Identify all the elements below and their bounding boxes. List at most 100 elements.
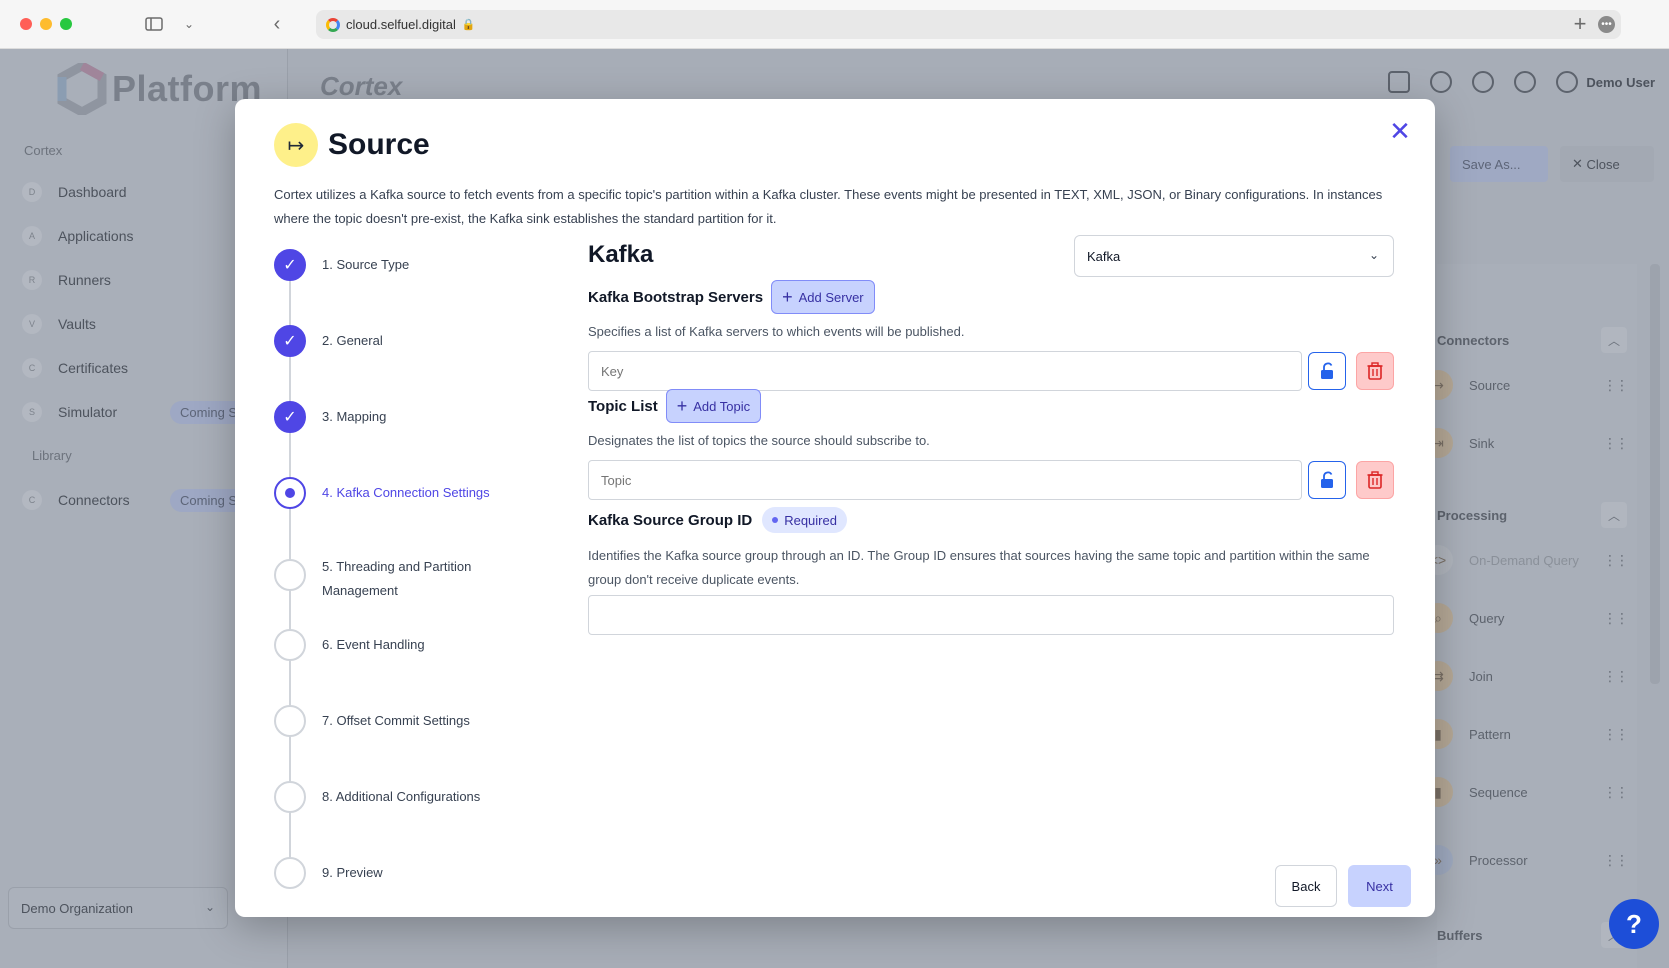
save-as-button[interactable]: Save As... [1450,146,1548,182]
arrow-right-to-line-icon: ↦ [274,123,318,167]
step-preview[interactable]: 9. Preview [274,857,512,889]
dot-icon [772,517,779,523]
platform-logo-mark [56,60,108,118]
drag-handle-icon[interactable]: ⋮⋮ [1603,726,1629,743]
bell-icon[interactable] [1430,71,1453,93]
source-type-select[interactable]: Kafka ⌄ [1074,235,1394,277]
step-event-handling[interactable]: 6. Event Handling [274,629,512,661]
plus-icon: + [782,287,793,307]
help-circle-icon[interactable] [1472,71,1495,93]
section-label-cortex: Cortex [24,143,63,158]
unlock-icon[interactable] [1308,352,1346,390]
component-pattern[interactable]: ▮ Pattern ⋮⋮ [1423,716,1637,752]
empty-step-circle [274,559,306,591]
empty-step-circle [274,781,306,813]
trash-icon[interactable] [1356,352,1394,390]
step-mapping[interactable]: ✓ 3. Mapping [274,401,512,433]
component-query[interactable]: ⌕ Query ⋮⋮ [1423,600,1637,636]
user-avatar-icon [1556,71,1579,93]
drag-handle-icon[interactable]: ⋮⋮ [1603,552,1629,569]
user-menu[interactable]: Demo User [1556,71,1655,93]
maximize-window-dot[interactable] [60,18,72,30]
terminal-icon[interactable] [1388,71,1411,93]
bootstrap-servers-help: Specifies a list of Kafka servers to whi… [588,324,965,339]
component-sink[interactable]: ⇥ Sink ⋮⋮ [1423,425,1637,461]
plus-icon: + [676,396,688,416]
step-kafka-connection-settings[interactable]: 4. Kafka Connection Settings [274,477,512,509]
component-sequence[interactable]: ▮ Sequence ⋮⋮ [1423,774,1637,810]
buffers-heading: Buffers [1437,928,1483,943]
sidebar-item-simulator[interactable]: S Simulator [22,399,117,425]
modal-title: Source [328,128,430,161]
trash-icon[interactable] [1356,461,1394,499]
empty-step-circle [274,705,306,737]
drag-handle-icon[interactable]: ⋮⋮ [1603,852,1629,869]
drag-handle-icon[interactable]: ⋮⋮ [1603,435,1629,452]
sidebar-item-vaults[interactable]: V Vaults [22,311,96,337]
unlock-icon[interactable] [1308,461,1346,499]
site-favicon-icon [326,17,340,32]
drag-handle-icon[interactable]: ⋮⋮ [1603,377,1629,394]
info-icon[interactable] [1514,71,1537,93]
component-source[interactable]: ↦ Source ⋮⋮ [1423,367,1637,403]
step-threading-partition[interactable]: 5. Threading and Partition Management [274,555,512,603]
minimize-window-dot[interactable] [40,18,52,30]
chevron-up-icon[interactable]: ︿ [1601,327,1627,353]
chevron-down-icon: ⌄ [204,900,215,914]
components-panel: Connectors ︿ ↦ Source ⋮⋮ ⇥ Sink ⋮⋮ Processin… [1423,264,1637,968]
chevron-down-icon: ⌄ [1368,248,1379,262]
bootstrap-server-input[interactable] [588,351,1302,391]
organization-select[interactable]: Demo Organization ⌄ [8,887,228,929]
current-step-dot-icon [274,477,306,509]
step-additional-configurations[interactable]: 8. Additional Configurations [274,781,512,813]
back-button[interactable]: Back [1275,865,1337,907]
sidebar-item-runners[interactable]: R Runners [22,267,111,293]
drag-handle-icon[interactable]: ⋮⋮ [1603,668,1629,685]
back-arrow-icon[interactable]: ‹ [265,12,289,36]
modal-description: Cortex utilizes a Kafka source to fetch … [274,187,1383,226]
component-join[interactable]: ⇉ Join ⋮⋮ [1423,658,1637,694]
close-icon[interactable]: ✕ [1387,118,1413,145]
check-icon: ✓ [274,325,306,357]
more-options-icon[interactable]: ••• [1598,16,1615,33]
group-id-label: Kafka Source Group ID Required [588,507,847,533]
add-topic-button[interactable]: + Add Topic [665,389,762,423]
next-button[interactable]: Next [1348,865,1411,907]
sidebar-item-certificates[interactable]: C Certificates [22,355,128,381]
help-button[interactable]: ? [1609,899,1659,949]
add-server-button[interactable]: + Add Server [771,280,875,314]
chevron-up-icon[interactable]: ︿ [1601,502,1627,528]
component-on-demand-query[interactable]: <> On-Demand Query ⋮⋮ [1423,542,1637,578]
drag-handle-icon[interactable]: ⋮⋮ [1603,610,1629,627]
chevron-down-icon[interactable]: ⌄ [177,12,201,36]
step-offset-commit[interactable]: 7. Offset Commit Settings [274,705,512,737]
cortex-logo: Cortex [320,71,403,101]
url-text: cloud.selfuel.digital [346,17,456,32]
group-id-input[interactable] [588,595,1394,635]
modal-header: ↦ Source [274,123,430,167]
browser-chrome: ⌄ ‹ cloud.selfuel.digital 🔒 ••• + [0,0,1669,49]
check-icon: ✓ [274,249,306,281]
step-source-type[interactable]: ✓ 1. Source Type [274,249,512,281]
drag-handle-icon[interactable]: ⋮⋮ [1603,784,1629,801]
section-label-library: Library [32,448,72,463]
close-button[interactable]: ✕ Close [1560,146,1654,182]
topic-list-help: Designates the list of topics the source… [588,433,930,448]
step-general[interactable]: ✓ 2. General [274,325,512,357]
topbar-actions: Demo User [1388,71,1655,93]
panel-scrollbar[interactable] [1650,264,1660,684]
empty-step-circle [274,629,306,661]
processing-heading: Processing [1437,508,1508,523]
sidebar-item-applications[interactable]: A Applications [22,223,134,249]
component-processor[interactable]: » Processor ⋮⋮ [1423,842,1637,878]
source-modal: ✕ ↦ Source Cortex utilizes a Kafka sourc… [235,99,1435,917]
sidebar-item-connectors[interactable]: C Connectors [22,487,130,513]
address-bar[interactable]: cloud.selfuel.digital 🔒 ••• [316,10,1621,39]
sidebar-toggle-icon[interactable] [142,12,166,36]
bootstrap-servers-label: Kafka Bootstrap Servers + Add Server [588,280,875,314]
sidebar-item-dashboard[interactable]: D Dashboard [22,179,127,205]
close-window-dot[interactable] [20,18,32,30]
new-tab-plus-icon[interactable]: + [1568,11,1592,36]
required-badge: Required [762,507,847,533]
topic-input[interactable] [588,460,1302,500]
